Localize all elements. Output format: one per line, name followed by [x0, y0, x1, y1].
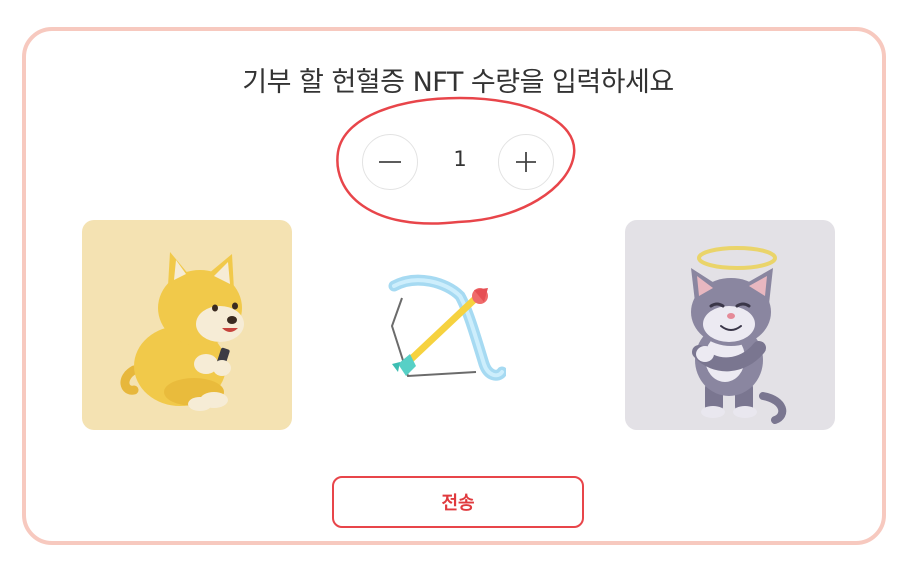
- bow-and-arrow-icon: [388, 274, 506, 381]
- increment-button[interactable]: [498, 134, 554, 190]
- cat-illustration: [691, 246, 787, 424]
- submit-button[interactable]: 전송: [332, 476, 584, 528]
- plus-icon: [516, 152, 536, 172]
- dog-illustration-tile: [82, 220, 292, 430]
- minus-icon: [379, 161, 401, 163]
- dog-illustration: [120, 252, 244, 411]
- decrement-button[interactable]: [362, 134, 418, 190]
- quantity-value: 1: [453, 147, 467, 171]
- cat-illustration-tile: [625, 220, 835, 430]
